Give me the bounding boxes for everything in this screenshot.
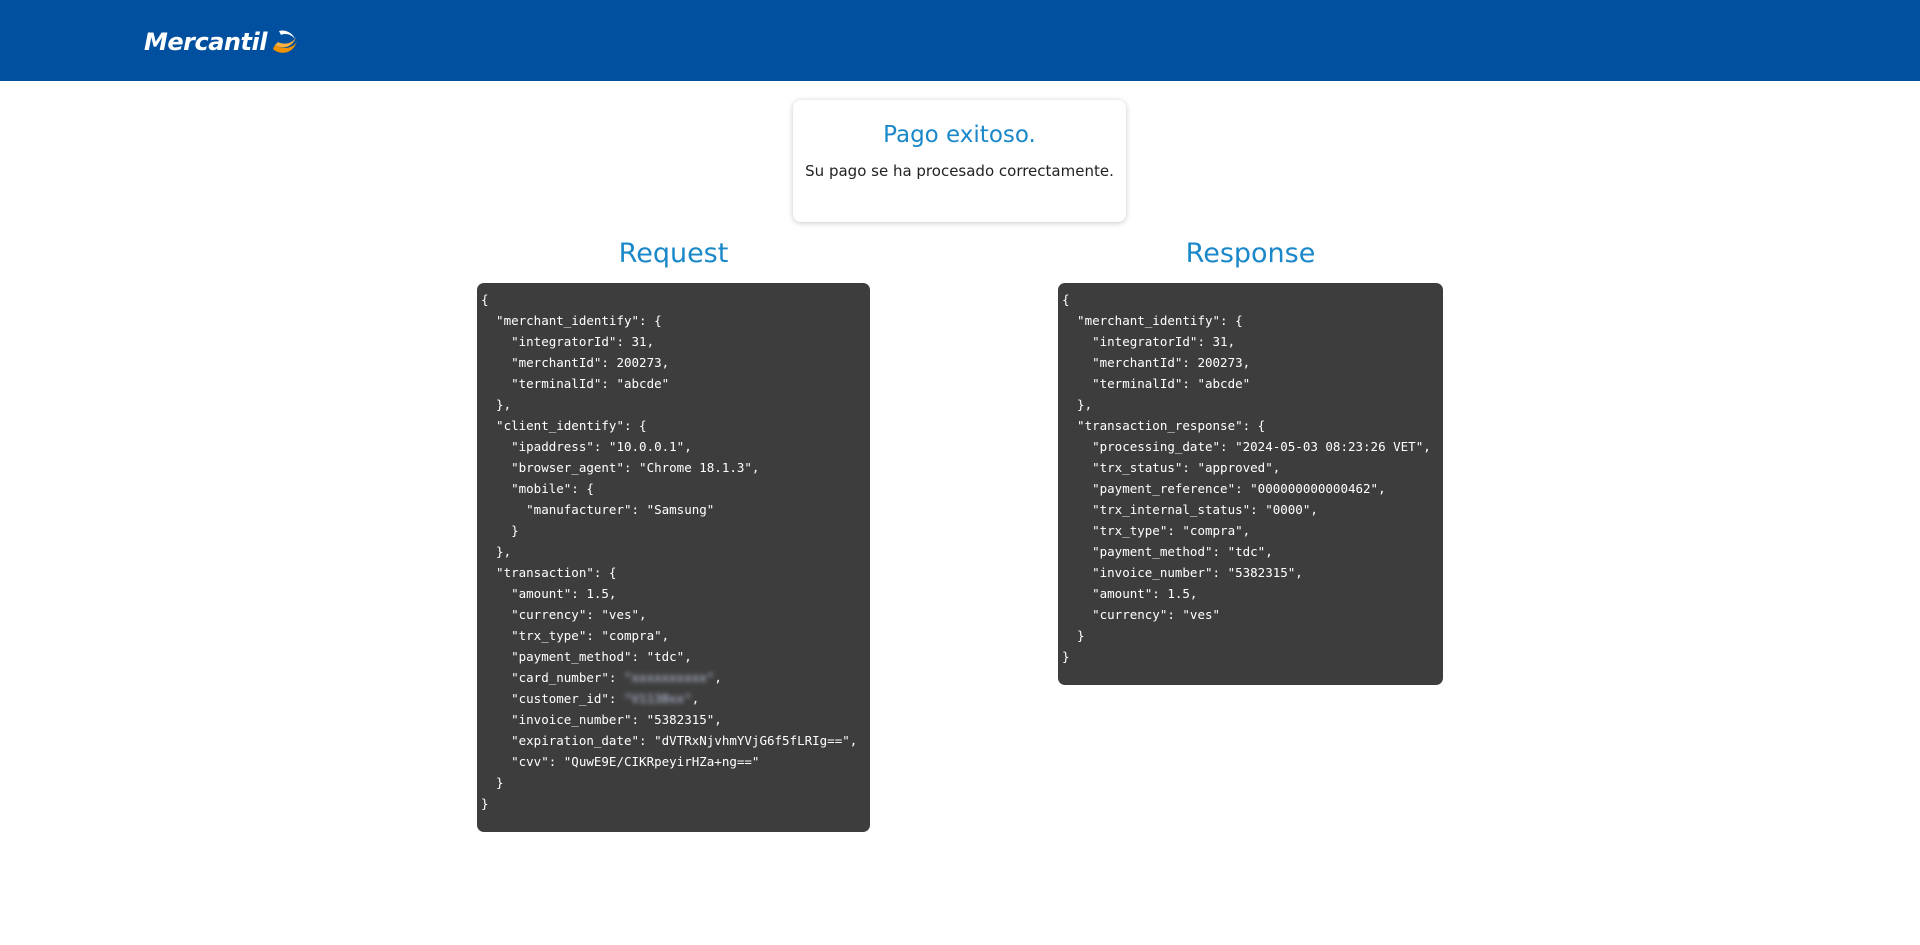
code-line: } [1062,649,1070,664]
success-title: Pago exitoso. [883,122,1036,148]
code-line: { [481,292,489,307]
code-line: "currency": "ves", [481,607,647,622]
success-message: Su pago se ha procesado correctamente. [805,162,1114,180]
code-line: "currency": "ves" [1062,607,1221,622]
code-line: "invoice_number": "5382315", [1062,565,1303,580]
code-line: }, [481,397,512,412]
code-line: "merchantId": 200273, [481,355,670,370]
mercantil-swoosh-icon [272,30,297,53]
code-line: "client_identify": { [481,418,647,433]
code-line: }, [481,544,512,559]
code-line: "payment_reference": "000000000000462", [1062,481,1386,496]
code-line: "terminalId": "abcde" [1062,376,1251,391]
card-number-key: "card_number": [481,670,624,685]
code-line: "invoice_number": "5382315", [481,712,722,727]
code-line: "trx_status": "approved", [1062,460,1281,475]
code-line: "merchant_identify": { [481,313,662,328]
code-line: "cvv": "QuwE9E/CIKRpeyirHZa+ng==" [481,754,760,769]
line-comma: , [691,691,700,706]
code-line: "browser_agent": "Chrome 18.1.3", [481,460,760,475]
response-json-block: { "merchant_identify": { "integratorId":… [1058,283,1443,685]
code-line: "transaction_response": { [1062,418,1266,433]
card-number-line: "card_number": "xxxxxxxxxx", [481,667,870,688]
code-line: "terminalId": "abcde" [481,376,670,391]
brand-name: Mercantil [144,28,267,56]
customer-id-key: "customer_id": [481,691,624,706]
mercantil-logo[interactable]: Mercantil [144,24,299,60]
code-line: "payment_method": "tdc", [481,649,692,664]
card-number-redacted: "xxxxxxxxxx" [624,670,715,685]
response-title: Response [1185,238,1316,269]
code-line: }, [1062,397,1093,412]
request-json-block: { "merchant_identify": { "integratorId":… [477,283,870,832]
code-line: "merchant_identify": { [1062,313,1243,328]
request-title: Request [618,238,729,269]
customer-id-line: "customer_id": "V1138xx", [481,688,870,709]
code-line: "merchantId": 200273, [1062,355,1251,370]
code-line: "integratorId": 31, [481,334,655,349]
code-line: } [481,775,504,790]
code-line: "trx_internal_status": "0000", [1062,502,1318,517]
code-line: "amount": 1.5, [481,586,617,601]
customer-id-redacted: "V1138xx" [624,691,692,706]
code-line: "mobile": { [481,481,594,496]
code-line: { [1062,292,1070,307]
code-line: "amount": 1.5, [1062,586,1198,601]
payment-success-card: Pago exitoso. Su pago se ha procesado co… [793,100,1126,222]
code-line: "manufacturer": "Samsung" [481,502,715,517]
code-line: } [481,796,489,811]
code-line: "transaction": { [481,565,617,580]
line-comma: , [714,670,722,685]
code-line: } [1062,628,1085,643]
code-line: "ipaddress": "10.0.0.1", [481,439,692,454]
code-line: } [481,523,519,538]
code-line: "trx_type": "compra", [1062,523,1251,538]
code-line: "trx_type": "compra", [481,628,670,643]
top-navbar: Mercantil [0,0,1920,81]
code-line: "processing_date": "2024-05-03 08:23:26 … [1062,439,1431,454]
code-line: "integratorId": 31, [1062,334,1236,349]
code-line: "expiration_date": "dVTRxNjvhmYVjG6f5fLR… [481,733,858,748]
code-line: "payment_method": "tdc", [1062,544,1273,559]
